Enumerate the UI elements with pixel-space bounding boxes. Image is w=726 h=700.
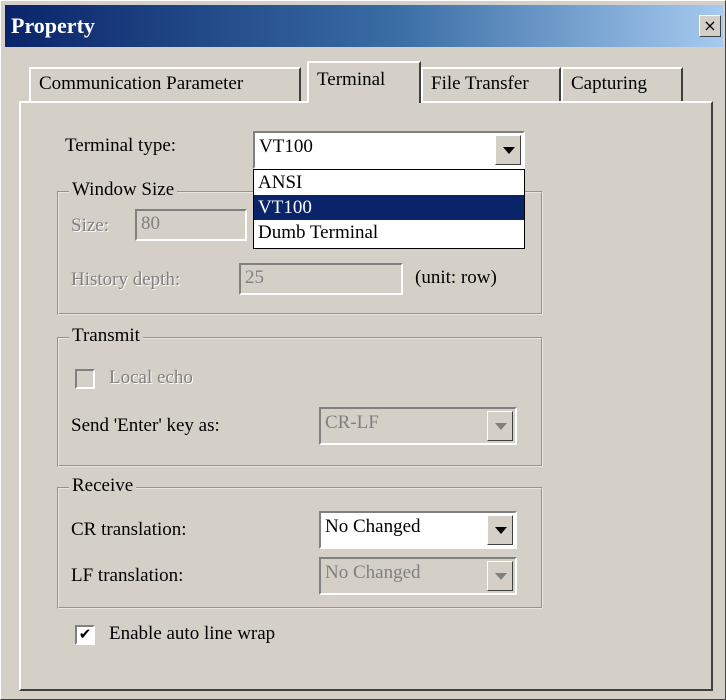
close-icon: × [703, 16, 717, 35]
lf-translation-label: LF translation: [71, 565, 184, 586]
history-depth-label: History depth: [71, 269, 181, 290]
cr-translation-value: No Changed [325, 516, 421, 537]
window-title: Property [11, 13, 95, 38]
send-enter-value: CR-LF [325, 412, 379, 433]
dropdown-option-ansi[interactable]: ANSI [254, 170, 524, 195]
chevron-down-icon[interactable] [487, 515, 513, 545]
terminal-type-select[interactable]: VT100 [253, 131, 525, 169]
close-button[interactable]: × [699, 15, 721, 37]
local-echo-label: Local echo [109, 367, 193, 388]
tab-label: File Transfer [431, 73, 529, 94]
size-input[interactable]: 80 [135, 209, 247, 241]
cr-translation-label: CR translation: [71, 519, 187, 540]
chevron-down-icon[interactable] [487, 411, 513, 441]
tab-label: Communication Parameter [39, 73, 244, 94]
window-size-title: Window Size [69, 179, 178, 201]
auto-line-wrap-checkbox[interactable]: ✔ [75, 625, 95, 645]
transmit-group: Transmit [57, 325, 543, 467]
chevron-down-icon[interactable] [487, 561, 513, 591]
tab-file-transfer[interactable]: File Transfer [421, 67, 561, 101]
terminal-type-label: Terminal type: [65, 135, 177, 156]
unit-label: (unit: row) [415, 267, 497, 288]
tab-label: Capturing [571, 73, 647, 94]
dropdown-option-vt100[interactable]: VT100 [254, 195, 524, 220]
lf-translation-value: No Changed [325, 562, 421, 583]
history-depth-input[interactable]: 25 [239, 263, 403, 295]
size-value: 80 [141, 213, 160, 234]
title-bar[interactable]: Property × [5, 5, 723, 47]
receive-title: Receive [69, 475, 137, 497]
terminal-type-value: VT100 [259, 136, 313, 157]
property-dialog: Property × Communication Parameter Termi… [0, 0, 726, 700]
send-enter-select[interactable]: CR-LF [319, 407, 517, 445]
history-depth-value: 25 [245, 267, 264, 288]
local-echo-checkbox[interactable] [75, 369, 95, 389]
transmit-title: Transmit [69, 325, 143, 347]
cr-translation-select[interactable]: No Changed [319, 511, 517, 549]
check-icon: ✔ [78, 625, 92, 643]
terminal-type-dropdown-list: ANSI VT100 Dumb Terminal [253, 169, 525, 249]
tab-label: Terminal [317, 69, 386, 90]
tab-capturing[interactable]: Capturing [561, 67, 683, 101]
tab-communication-parameter[interactable]: Communication Parameter [29, 67, 301, 101]
send-enter-label: Send 'Enter' key as: [71, 415, 220, 436]
dropdown-option-dumb-terminal[interactable]: Dumb Terminal [254, 220, 524, 245]
tab-terminal[interactable]: Terminal [307, 61, 421, 103]
lf-translation-select[interactable]: No Changed [319, 557, 517, 595]
auto-line-wrap-label: Enable auto line wrap [109, 623, 276, 644]
chevron-down-icon[interactable] [495, 135, 521, 165]
size-label: Size: [71, 215, 109, 236]
